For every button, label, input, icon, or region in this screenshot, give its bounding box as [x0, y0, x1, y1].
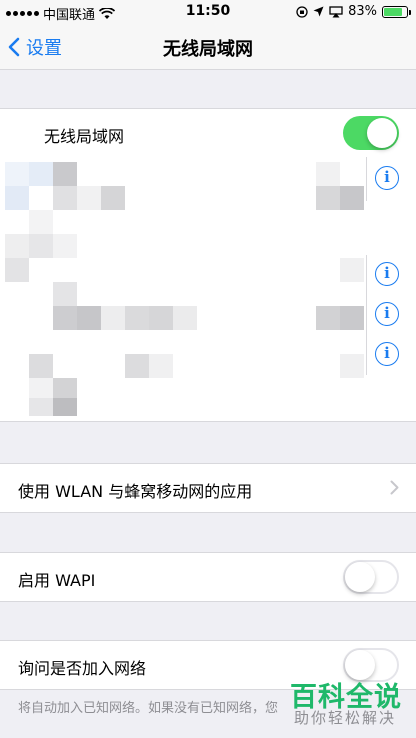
wlan-apps-row[interactable]: 使用 WLAN 与蜂窝移动网的应用 — [0, 464, 416, 512]
battery-icon — [382, 5, 411, 18]
wifi-toggle-row: 无线局域网 — [0, 109, 416, 157]
chevron-right-icon — [390, 480, 399, 495]
network-info-button-2[interactable]: i — [375, 262, 399, 286]
wapi-label: 启用 WAPI — [18, 571, 96, 590]
location-icon — [313, 6, 324, 17]
wifi-toggle-switch[interactable] — [343, 116, 399, 150]
ask-join-label: 询问是否加入网络 — [18, 659, 147, 678]
battery-percent: 83% — [348, 4, 377, 19]
page-title: 无线局域网 — [163, 39, 253, 60]
network-info-button-4[interactable]: i — [375, 342, 399, 366]
status-right: 83% — [296, 4, 411, 19]
wapi-row: 启用 WAPI — [0, 553, 416, 601]
network-list: i i i i — [0, 157, 416, 421]
status-bar: 中国联通 11:50 83% — [0, 0, 416, 24]
ask-join-footnote: 将自动加入已知网络。如果没有已知网络，您 — [18, 701, 279, 716]
orientation-lock-icon — [296, 5, 308, 18]
navigation-bar: 设置 无线局域网 — [0, 24, 416, 70]
wapi-toggle-switch[interactable] — [343, 560, 399, 594]
network-info-button-3[interactable]: i — [375, 302, 399, 326]
wlan-apps-label: 使用 WLAN 与蜂窝移动网的应用 — [18, 482, 253, 501]
wifi-toggle-label: 无线局域网 — [44, 127, 125, 146]
airplay-icon — [329, 5, 343, 17]
watermark-tagline: 助你轻松解决 — [293, 709, 396, 727]
network-info-button-1[interactable]: i — [375, 166, 399, 190]
